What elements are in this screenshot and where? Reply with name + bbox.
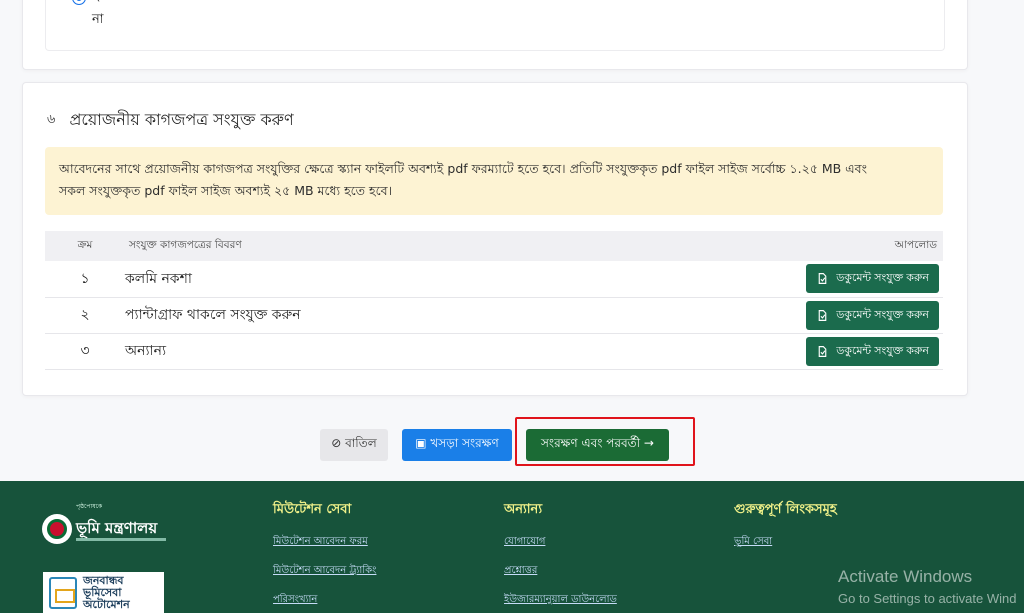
footer-link[interactable]: মিউটেশন আবেদন ফরম [273, 534, 368, 551]
option-yes-label: হ্যাঁ [92, 0, 106, 8]
header-serial: ক্রম [45, 231, 125, 261]
ministry-caption: পৃষ্ঠপোষকে [76, 503, 103, 510]
attach-file-icon [818, 345, 827, 357]
table-row: ২ প্যান্টাগ্রাফ থাকলে সংযুক্ত করুন ডকুমে… [45, 297, 943, 334]
table-row: ৩ অন্যান্য ডকুমেন্ট সংযুক্ত করুন [45, 333, 943, 370]
house-icon [49, 576, 77, 609]
footer-link[interactable]: মিউটেশন আবেদন ট্র্যাকিং [273, 563, 376, 580]
previous-question-card: হ্যাঁ না [22, 0, 968, 70]
radio-yes[interactable] [72, 0, 86, 5]
row-serial: ২ [45, 297, 125, 334]
documents-table: ক্রম সংযুক্ত কাগজপত্রের বিবরণ আপলোড ১ কল… [45, 231, 943, 370]
save-draft-button[interactable]: ▣ খসড়া সংরক্ষণ [402, 429, 512, 461]
footer-col-title-important-links: গুরুত্বপূর্ণ লিংকসমূহ [734, 502, 837, 517]
footer-col-title-others: অন্যান্য [504, 502, 543, 517]
attach-document-button-1[interactable]: ডকুমেন্ট সংযুক্ত করুন [806, 264, 939, 294]
attach-document-button-3[interactable]: ডকুমেন্ট সংযুক্ত করুন [806, 336, 939, 366]
section-header: ৬ প্রয়োজনীয় কাগজপত্র সংযুক্ত করুণ [47, 107, 294, 134]
footer-link[interactable]: প্রশ্নোত্তর [504, 563, 537, 580]
attach-file-icon [818, 309, 827, 321]
header-upload: আপলোড [584, 231, 943, 261]
attach-document-label: ডকুমেন্ট সংযুক্ত করুন [836, 344, 929, 357]
ministry-subline [76, 538, 166, 541]
notice-box: আবেদনের সাথে প্রয়োজনীয় কাগজপত্র সংযুক্… [45, 147, 943, 215]
govt-emblem-icon [42, 514, 72, 544]
footer-link[interactable]: ইউজারম্যানুয়াল ডাউনলোড [504, 592, 617, 609]
logo2-line-2: ভূমিসেবা [83, 585, 122, 599]
table-header-row: ক্রম সংযুক্ত কাগজপত্রের বিবরণ আপলোড [45, 231, 943, 261]
activate-windows-subtitle: Go to Settings to activate Wind [838, 591, 1017, 606]
notice-line-1: আবেদনের সাথে প্রয়োজনীয় কাগজপত্র সংযুক্… [59, 161, 867, 176]
option-no-label: না [92, 12, 104, 27]
footer-link[interactable]: পরিসংখ্যান [273, 592, 317, 609]
attach-document-button-2[interactable]: ডকুমেন্ট সংযুক্ত করুন [806, 300, 939, 330]
header-description: সংযুক্ত কাগজপত্রের বিবরণ [125, 231, 585, 261]
row-serial: ৩ [45, 333, 125, 370]
footer-link[interactable]: ভূমি সেবা [734, 534, 772, 551]
notice-line-2: সকল সংযুক্তকৃত pdf ফাইল সাইজ অবশ্যই ২৫ M… [59, 183, 393, 198]
option-yes[interactable]: হ্যাঁ [72, 0, 106, 8]
land-service-logo[interactable]: জনবান্ধব ভূমিসেবা অটোমেশন [43, 572, 164, 613]
option-no[interactable]: না [72, 10, 104, 31]
documents-section-card: ৬ প্রয়োজনীয় কাগজপত্র সংযুক্ত করুণ আবেদ… [22, 82, 968, 396]
save-and-next-button[interactable]: সংরক্ষণ এবং পরবর্তী → [526, 429, 669, 461]
activate-windows-title: Activate Windows [838, 567, 973, 586]
attach-document-label: ডকুমেন্ট সংযুক্ত করুন [836, 272, 929, 285]
row-description: প্যান্টাগ্রাফ থাকলে সংযুক্ত করুন [125, 297, 585, 334]
attach-document-label: ডকুমেন্ট সংযুক্ত করুন [836, 308, 929, 321]
row-description: কলমি নকশা [125, 261, 585, 298]
footer-link[interactable]: যোগাযোগ [504, 534, 545, 551]
row-description: অন্যান্য [125, 333, 585, 370]
options-box: হ্যাঁ না [45, 0, 945, 51]
attach-file-icon [818, 273, 827, 285]
table-row: ১ কলমি নকশা ডকুমেন্ট সংযুক্ত করুন [45, 261, 943, 298]
row-serial: ১ [45, 261, 125, 298]
section-title: প্রয়োজনীয় কাগজপত্র সংযুক্ত করুণ [69, 110, 294, 129]
radio-no[interactable] [72, 13, 86, 28]
cancel-button[interactable]: ⊘ বাতিল [320, 429, 388, 461]
footer-col-title-mutation: মিউটেশন সেবা [273, 502, 352, 517]
logo2-line-3: অটোমেশন [83, 597, 130, 611]
logo2-line-1: জনবান্ধব [83, 573, 124, 587]
section-number: ৬ [47, 112, 56, 127]
